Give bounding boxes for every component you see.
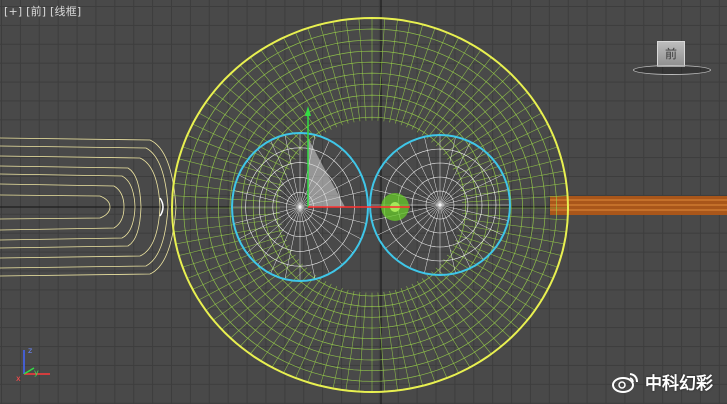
outer-mesh-spoke — [455, 240, 554, 279]
axis-z-label: z — [28, 346, 33, 355]
outer-mesh-spoke — [431, 271, 502, 347]
right-bar-object[interactable] — [550, 196, 727, 215]
outer-mesh-spoke — [345, 291, 361, 391]
viewcube-icon[interactable]: 前 — [633, 36, 713, 82]
wireframe-scene[interactable] — [0, 0, 727, 404]
watermark-text: 中科幻彩 — [645, 374, 713, 394]
inner-mesh-spoke — [439, 189, 509, 206]
outer-mesh-spoke — [345, 19, 361, 122]
inner-mesh-spoke — [439, 136, 456, 206]
outer-mesh-spoke — [221, 263, 303, 330]
viewcube-compass-ring[interactable] — [633, 65, 711, 75]
axis-tripod-icon: z x y — [14, 344, 62, 386]
inner-mesh-spoke — [299, 206, 367, 224]
viewport-front[interactable]: [+] [前] [线框] 前 z x y 中科幻彩 — [0, 0, 727, 404]
outer-mesh-spoke — [383, 291, 398, 391]
outer-mesh-spoke — [439, 82, 520, 151]
inner-mesh-spoke — [233, 190, 301, 208]
outer-mesh-spoke — [358, 292, 367, 392]
inner-mesh-spoke — [439, 204, 456, 274]
outer-mesh-spoke — [230, 73, 308, 147]
outer-mesh-spoke — [406, 286, 448, 379]
inner-mesh-spoke — [233, 206, 301, 224]
viewcube-front-face[interactable]: 前 — [657, 41, 685, 67]
axis-x-label: x — [16, 374, 21, 383]
outer-mesh-spoke — [295, 286, 338, 379]
inner-mesh-spoke — [424, 136, 441, 206]
outer-mesh-spoke — [383, 19, 398, 122]
outer-mesh-spoke — [230, 267, 308, 339]
outer-mesh-spoke — [461, 218, 567, 233]
outer-mesh-spoke — [172, 195, 281, 203]
inner-mesh-spoke — [424, 204, 441, 274]
outer-mesh-spoke — [435, 267, 511, 339]
outer-mesh-spoke — [295, 32, 338, 128]
outer-mesh-spoke — [358, 18, 367, 121]
outer-mesh-spoke — [221, 82, 303, 151]
outer-mesh-spoke — [172, 213, 281, 221]
axis-y-label: y — [34, 368, 39, 377]
outer-mesh-spoke — [406, 32, 448, 128]
outer-mesh-spoke — [187, 240, 288, 279]
watermark: 中科幻彩 — [611, 369, 713, 394]
weibo-logo-icon — [612, 372, 638, 393]
